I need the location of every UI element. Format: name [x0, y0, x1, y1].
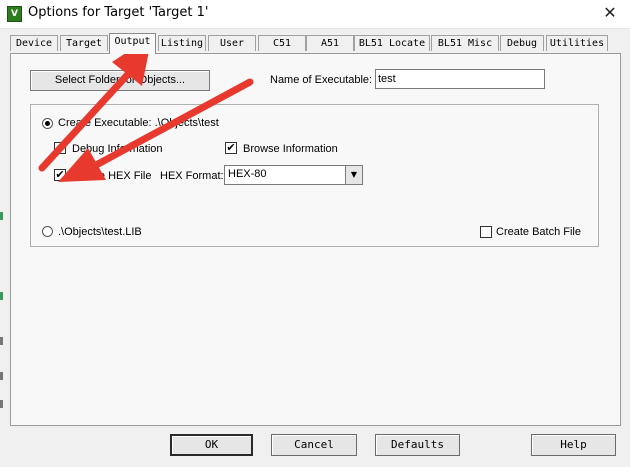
window-title: Options for Target 'Target 1' — [28, 5, 209, 20]
chevron-down-icon[interactable]: ▼ — [345, 166, 362, 184]
debug-information-checkbox[interactable]: ✔ — [54, 142, 66, 154]
browse-information-checkbox[interactable]: ✔ — [225, 142, 237, 154]
create-batch-file-checkbox[interactable] — [480, 226, 492, 238]
tab-strip: Device Target Output Listing User C51 A5… — [10, 33, 622, 54]
tab-user[interactable]: User — [208, 35, 256, 51]
keil-app-icon: V — [7, 6, 22, 22]
browse-information-label: Browse Information — [243, 143, 338, 155]
edge-mark — [0, 337, 3, 345]
create-hex-file-label: Create HEX File — [72, 170, 152, 182]
title-bar: V Options for Target 'Target 1' ✕ — [0, 0, 630, 29]
hex-format-value: HEX-80 — [228, 168, 267, 180]
select-folder-button[interactable]: Select Folder for Objects... — [30, 70, 210, 91]
tab-listing[interactable]: Listing — [158, 35, 206, 51]
create-executable-radio[interactable] — [42, 118, 53, 129]
edge-mark — [0, 292, 3, 300]
create-library-radio[interactable] — [42, 226, 53, 237]
ok-button[interactable]: OK — [170, 434, 253, 456]
name-of-executable-label: Name of Executable: — [270, 74, 373, 86]
create-library-label: .\Objects\test.LIB — [58, 226, 142, 238]
hex-format-select[interactable]: HEX-80 ▼ — [224, 165, 363, 185]
tab-output[interactable]: Output — [109, 33, 156, 54]
help-button[interactable]: Help — [531, 434, 616, 456]
tab-device[interactable]: Device — [10, 35, 58, 51]
tab-target[interactable]: Target — [60, 35, 108, 51]
create-hex-file-checkbox[interactable]: ✔ — [54, 169, 66, 181]
edge-mark — [0, 212, 3, 220]
tab-bl51-locate[interactable]: BL51 Locate — [354, 35, 430, 51]
tab-utilities[interactable]: Utilities — [546, 35, 608, 51]
close-button[interactable]: ✕ — [598, 2, 622, 24]
edge-mark — [0, 400, 3, 408]
create-batch-file-label: Create Batch File — [496, 226, 581, 238]
tab-a51[interactable]: A51 — [306, 35, 354, 51]
name-of-executable-input[interactable]: test — [375, 69, 545, 89]
tab-bl51-misc[interactable]: BL51 Misc — [431, 35, 499, 51]
edge-mark — [0, 372, 3, 380]
defaults-button[interactable]: Defaults — [375, 434, 460, 456]
create-executable-label: Create Executable: .\Objects\test — [58, 117, 219, 129]
tab-c51[interactable]: C51 — [258, 35, 306, 51]
cancel-button[interactable]: Cancel — [271, 434, 357, 456]
hex-format-label: HEX Format: — [160, 170, 224, 182]
tab-debug[interactable]: Debug — [500, 35, 544, 51]
debug-information-label: Debug Information — [72, 143, 163, 155]
